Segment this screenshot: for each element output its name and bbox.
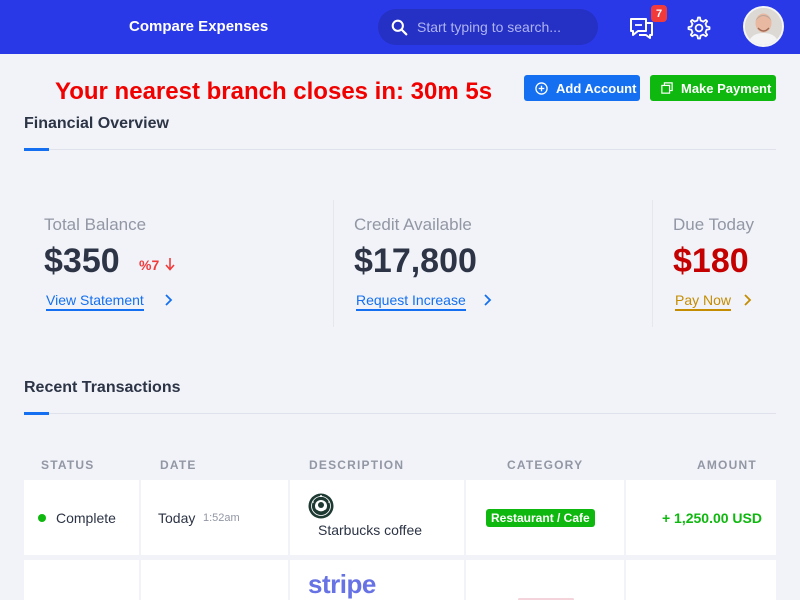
- description-cell: stripe: [290, 560, 464, 600]
- starbucks-logo-icon: [308, 493, 334, 519]
- time-text: 1:52am: [203, 512, 240, 524]
- settings-button[interactable]: [685, 14, 713, 42]
- category-cell: [466, 560, 624, 600]
- amount-text: + 1,250.00 USD: [661, 510, 762, 526]
- total-balance-value: $350: [44, 242, 120, 280]
- make-payment-button[interactable]: Make Payment: [650, 75, 776, 101]
- column-header-description[interactable]: DESCRIPTION: [309, 458, 404, 472]
- add-account-button[interactable]: Add Account: [524, 75, 640, 101]
- category-badge: Restaurant / Cafe: [486, 509, 595, 527]
- stat-divider: [333, 200, 334, 327]
- section-divider: [24, 413, 776, 414]
- date-cell: Today 1:52am: [141, 480, 288, 555]
- credit-available-label: Credit Available: [354, 215, 472, 234]
- make-payment-label: Make Payment: [681, 80, 772, 96]
- column-header-amount[interactable]: AMOUNT: [697, 458, 757, 472]
- add-account-label: Add Account: [556, 80, 637, 96]
- user-avatar[interactable]: [743, 6, 784, 47]
- recent-transactions-title: Recent Transactions: [24, 379, 181, 396]
- pay-now-link[interactable]: Pay Now: [675, 292, 732, 311]
- plus-circle-icon: [535, 81, 548, 95]
- category-cell: Restaurant / Cafe: [466, 480, 624, 555]
- section-divider: [24, 149, 776, 150]
- status-cell: [24, 560, 139, 600]
- stripe-logo-icon: stripe: [308, 569, 376, 599]
- search-icon: [391, 19, 408, 35]
- user-photo-icon: [745, 8, 782, 45]
- stat-divider: [652, 200, 653, 327]
- top-bar: Compare Expenses 7: [0, 0, 800, 54]
- date-text: Today: [158, 510, 196, 526]
- status-dot: [38, 514, 46, 522]
- due-today-label: Due Today: [673, 215, 754, 234]
- financial-overview-title: Financial Overview: [24, 115, 169, 132]
- amount-cell: + 1,250.00 USD: [626, 480, 776, 555]
- section-accent-bar: [24, 148, 49, 151]
- column-header-category[interactable]: CATEGORY: [507, 458, 583, 472]
- search-input[interactable]: [417, 19, 592, 35]
- chevron-right-icon[interactable]: [482, 293, 492, 307]
- search-box[interactable]: [378, 9, 598, 45]
- request-increase-link[interactable]: Request Increase: [356, 292, 466, 311]
- branch-countdown: Your nearest branch closes in: 30m 5s: [55, 78, 493, 105]
- section-accent-bar: [24, 412, 49, 415]
- gear-icon: [687, 16, 711, 40]
- amount-cell: [626, 560, 776, 600]
- notification-badge: 7: [651, 5, 667, 22]
- credit-available-value: $17,800: [354, 242, 477, 280]
- table-row[interactable]: stripe: [24, 560, 776, 600]
- description-text: Starbucks coffee: [318, 522, 423, 538]
- view-statement-link[interactable]: View Statement: [46, 292, 144, 311]
- copy-icon: [661, 82, 673, 94]
- balance-change: %7: [139, 257, 175, 273]
- due-today-value: $180: [673, 242, 749, 280]
- description-cell: Starbucks coffee: [290, 480, 464, 555]
- column-header-date[interactable]: DATE: [160, 458, 197, 472]
- status-text: Complete: [56, 510, 116, 526]
- status-cell: Complete: [24, 480, 139, 555]
- table-row[interactable]: Complete Today 1:52am Starbucks coffee R…: [24, 480, 776, 555]
- total-balance-label: Total Balance: [44, 215, 147, 234]
- chevron-right-icon[interactable]: [163, 293, 173, 307]
- arrow-down-icon: [165, 258, 175, 271]
- date-cell: [141, 560, 288, 600]
- column-header-status[interactable]: STATUS: [41, 458, 94, 472]
- app-title[interactable]: Compare Expenses: [129, 18, 268, 35]
- balance-change-value: %7: [139, 257, 160, 273]
- chevron-right-icon[interactable]: [742, 293, 752, 307]
